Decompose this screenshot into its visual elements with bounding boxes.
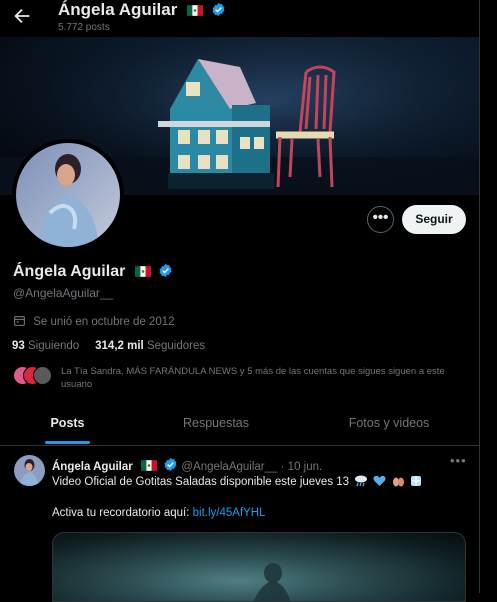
cloud-rain-icon xyxy=(355,475,368,487)
tweet-media[interactable] xyxy=(52,532,466,602)
tweet-text-line1: Video Oficial de Gotitas Saladas disponi… xyxy=(52,475,422,488)
tweet-header: Ángela Aguilar @AngelaAguilar__ · 10 jun… xyxy=(52,457,322,473)
joined-date: Se unió en octubre de 2012 xyxy=(13,314,175,328)
followers-link[interactable]: 314,2 mil Seguidores xyxy=(95,340,205,352)
joined-text: Se unió en octubre de 2012 xyxy=(33,316,175,328)
tab-replies[interactable]: Respuestas xyxy=(145,400,287,445)
followers-you-know-text: La Tía Sandra, MÁS FARÁNDULA NEWS y 5 má… xyxy=(61,366,445,390)
follow-button[interactable]: Seguir xyxy=(402,205,466,234)
tweet[interactable]: Ángela Aguilar @AngelaAguilar__ · 10 jun… xyxy=(0,446,479,602)
profile-name-text: Ángela Aguilar xyxy=(13,263,126,280)
back-arrow-icon[interactable] xyxy=(11,5,33,27)
tweet-reminder-text: Activa tu recordatorio aquí: xyxy=(52,507,193,519)
profile-name: Ángela Aguilar xyxy=(13,263,173,281)
tweet-author-handle[interactable]: @AngelaAguilar__ xyxy=(181,461,277,473)
mexico-flag-icon xyxy=(140,460,157,471)
tweet-author-name[interactable]: Ángela Aguilar xyxy=(52,461,133,473)
header-post-count: 5.772 posts xyxy=(58,22,110,33)
blue-heart-icon xyxy=(373,475,386,486)
tweet-separator: · xyxy=(280,461,285,473)
avatar-image xyxy=(16,143,120,247)
verified-badge-icon xyxy=(212,2,225,17)
tweet-avatar[interactable] xyxy=(14,455,45,486)
tweet-more-options-icon[interactable]: ••• xyxy=(450,453,467,468)
following-link[interactable]: 93 Siguiendo xyxy=(12,340,82,352)
tweet-link[interactable]: bit.ly/45AfYHL xyxy=(193,507,266,519)
more-options-button[interactable]: ••• xyxy=(367,206,394,233)
verified-badge-icon xyxy=(164,457,177,472)
followers-you-know[interactable]: La Tía Sandra, MÁS FARÁNDULA NEWS y 5 má… xyxy=(13,364,463,394)
calendar-icon xyxy=(14,316,25,326)
follower-avatar xyxy=(33,366,52,385)
verified-badge-icon[interactable] xyxy=(158,263,173,278)
followers-count: 314,2 mil xyxy=(95,340,144,352)
follow-stats: 93 Siguiendo 314,2 mil Seguidores xyxy=(12,340,205,352)
header-title: Ángela Aguilar xyxy=(58,0,226,20)
tweet-text: Video Oficial de Gotitas Saladas disponi… xyxy=(52,476,350,488)
profile-handle: @AngelaAguilar__ xyxy=(13,286,114,300)
mexico-flag-icon xyxy=(187,5,204,16)
tab-posts[interactable]: Posts xyxy=(0,400,135,445)
hands-icon xyxy=(392,477,404,487)
mexico-flag-icon xyxy=(134,266,151,277)
tweet-video-thumbnail xyxy=(253,563,291,601)
tweet-text-line2: Activa tu recordatorio aquí: bit.ly/45Af… xyxy=(52,507,266,519)
top-bar: Ángela Aguilar 5.772 posts xyxy=(0,0,479,37)
profile-tabs: Posts Respuestas Fotos y videos xyxy=(0,400,479,446)
following-label: Siguiendo xyxy=(28,340,80,352)
ice-icon xyxy=(410,476,421,486)
header-name: Ángela Aguilar xyxy=(58,0,178,19)
followers-label: Seguidores xyxy=(146,340,206,352)
profile-avatar[interactable] xyxy=(12,139,124,251)
tab-media[interactable]: Fotos y videos xyxy=(318,400,460,445)
tweet-date[interactable]: 10 jun. xyxy=(288,461,323,473)
active-tab-indicator xyxy=(45,441,90,444)
following-count: 93 xyxy=(12,340,25,352)
